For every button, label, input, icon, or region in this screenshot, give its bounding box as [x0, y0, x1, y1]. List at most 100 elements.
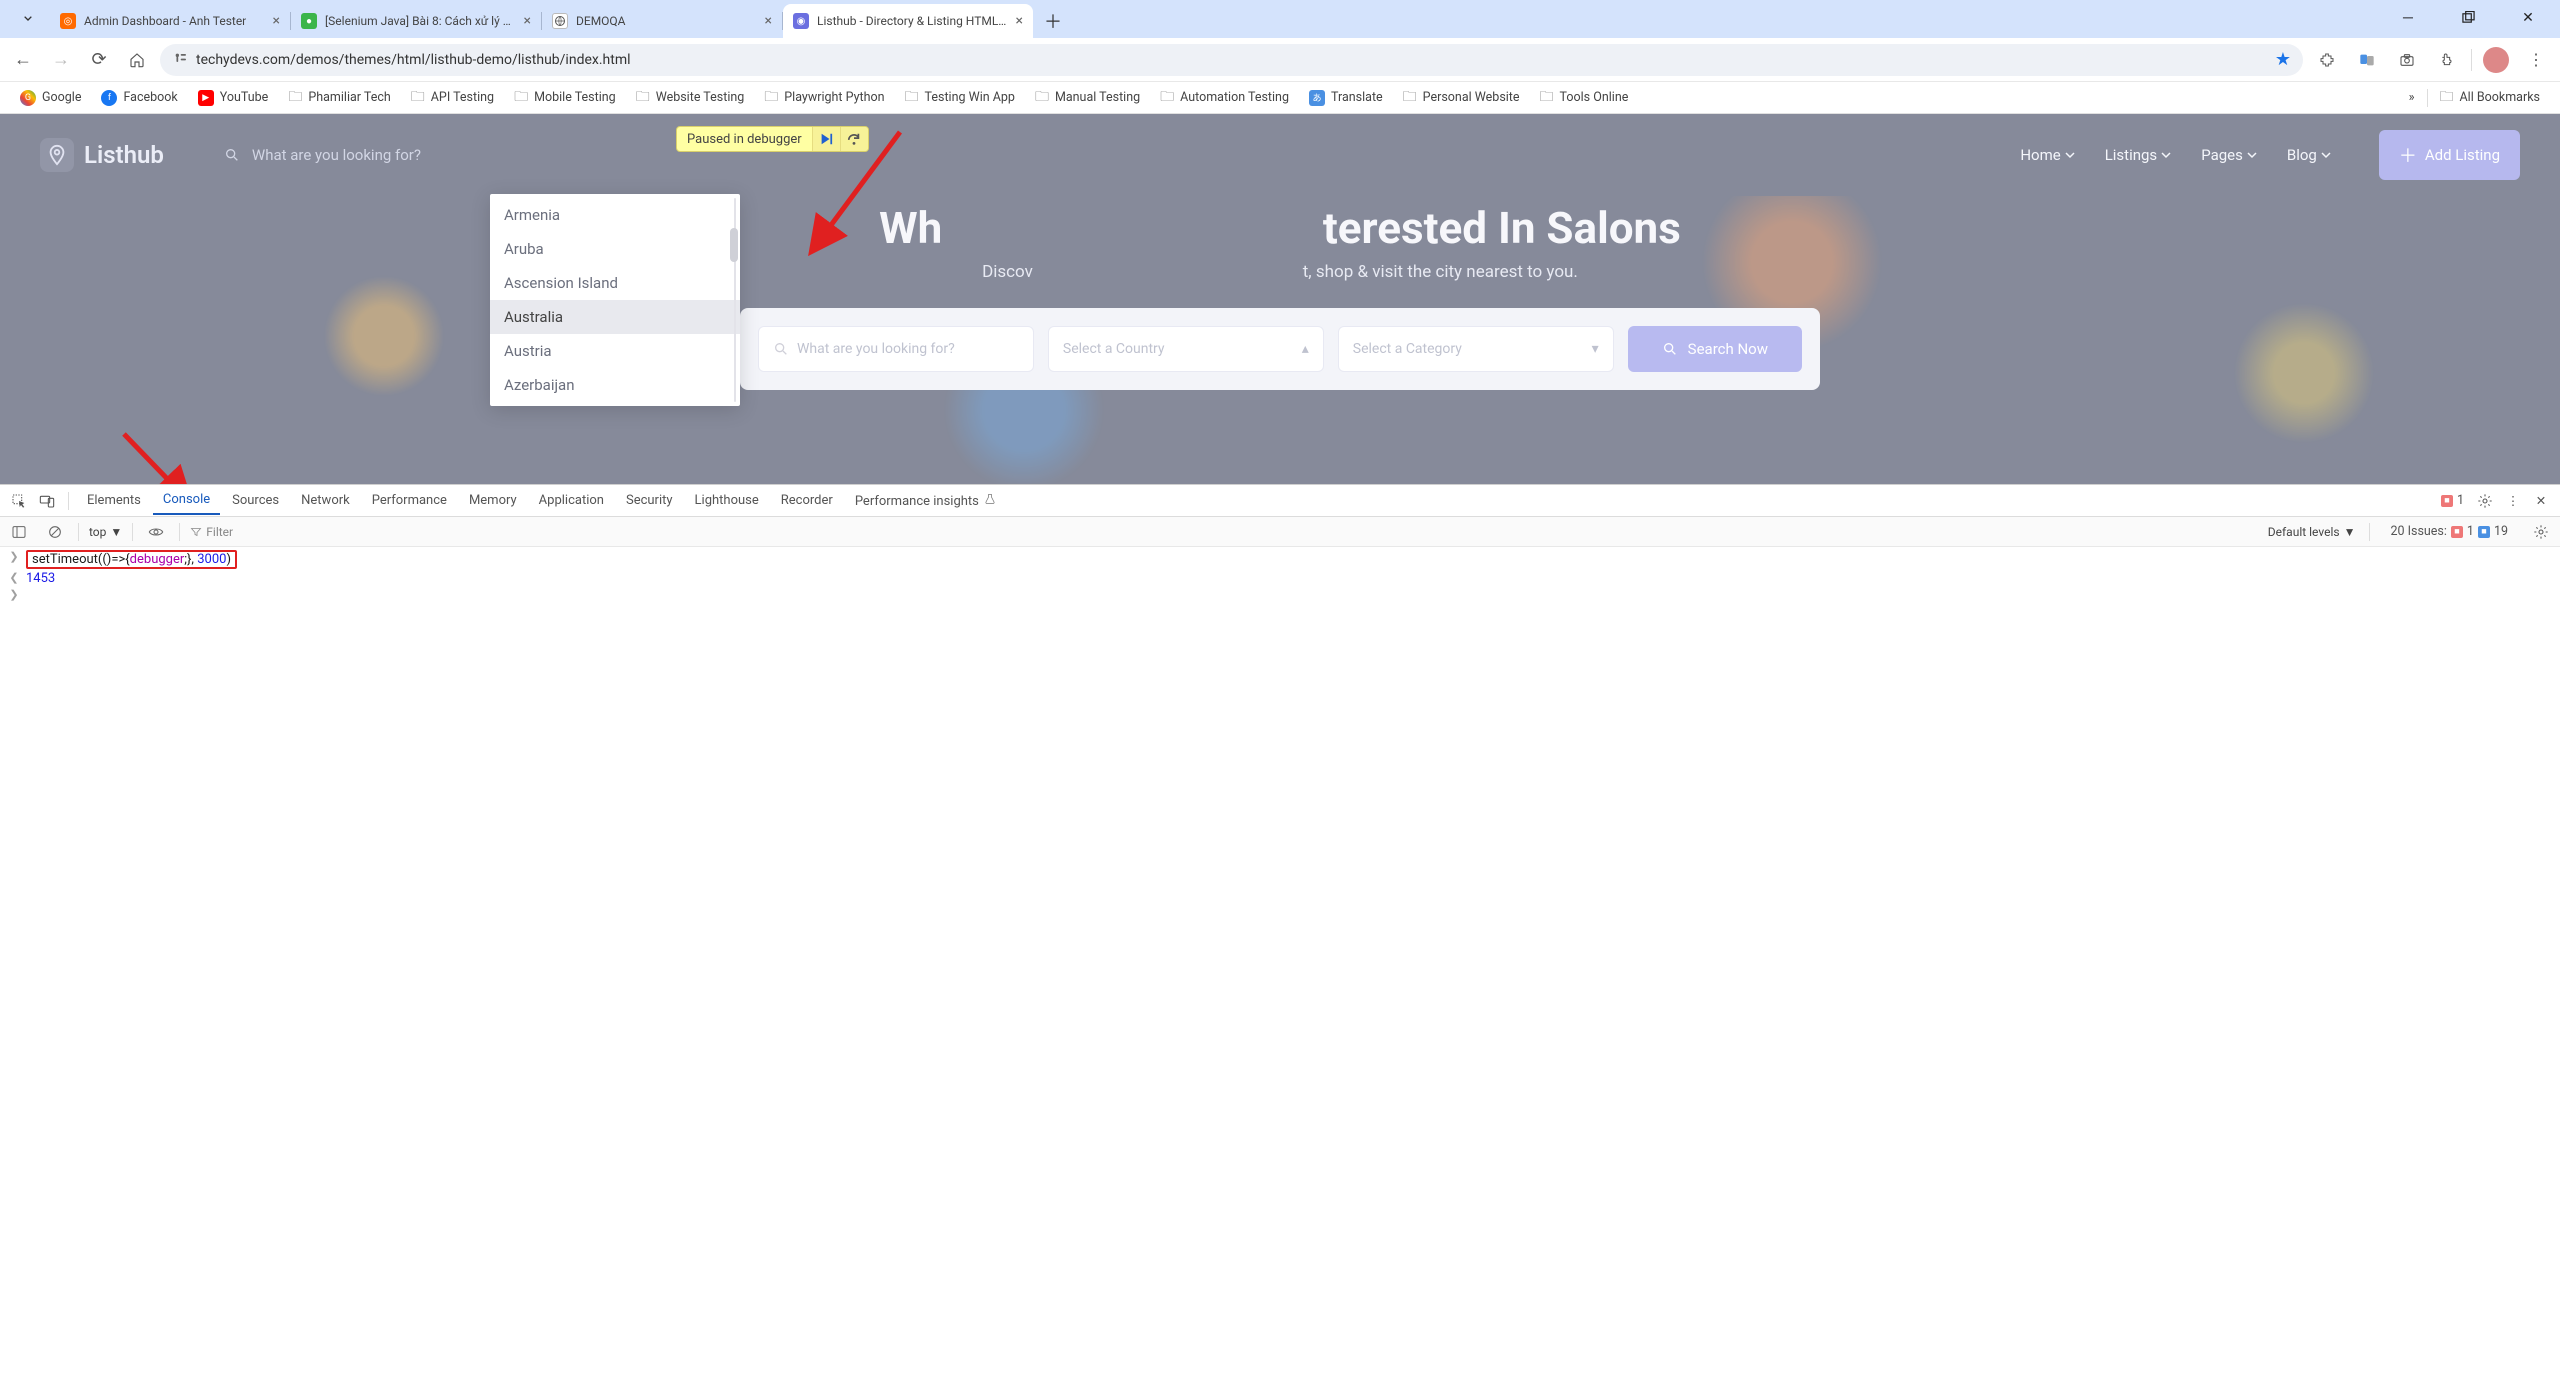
tab-title: Listhub - Directory & Listing HTML5 T: [817, 14, 1008, 28]
toggle-sidebar-icon[interactable]: [6, 519, 32, 545]
bookmark-folder[interactable]: 🗀Website Testing: [628, 83, 753, 113]
live-expression-icon[interactable]: [143, 519, 169, 545]
input-chevron-icon: [8, 550, 20, 563]
url-text: techydevs.com/demos/themes/html/listhub-…: [196, 52, 631, 68]
filter-icon: [190, 526, 202, 538]
dropdown-option[interactable]: Austria: [490, 334, 740, 368]
devtools-tab-security[interactable]: Security: [616, 487, 683, 514]
devtools-more-icon[interactable]: ⋮: [2500, 488, 2526, 514]
bookmarks-overflow[interactable]: »: [2401, 87, 2423, 108]
bookmark-star-icon[interactable]: ★: [2275, 49, 2291, 70]
close-window-button[interactable]: ✕: [2510, 4, 2546, 32]
dropdown-scrollbar[interactable]: [724, 198, 738, 402]
clear-console-icon[interactable]: [42, 519, 68, 545]
bookmark-folder[interactable]: 🗀Manual Testing: [1027, 83, 1148, 113]
devtools-settings-icon[interactable]: [2472, 488, 2498, 514]
browser-tab[interactable]: DEMOQA ×: [542, 4, 782, 38]
devtools-tab-application[interactable]: Application: [529, 487, 614, 514]
bookmark-folder[interactable]: 🗀Tools Online: [1532, 83, 1637, 113]
dropdown-option[interactable]: Ascension Island: [490, 266, 740, 300]
translate-icon[interactable]: [2351, 45, 2383, 75]
devtools-tab-console[interactable]: Console: [153, 486, 220, 515]
bookmark-folder[interactable]: 🗀Playwright Python: [756, 83, 892, 113]
minimize-button[interactable]: ─: [2390, 4, 2426, 32]
puzzle-icon[interactable]: [2431, 45, 2463, 75]
console-body[interactable]: setTimeout(()=>{debugger;}, 3000) 1453: [0, 547, 2560, 1380]
all-bookmarks[interactable]: 🗀All Bookmarks: [2432, 83, 2549, 113]
bookmark-item[interactable]: あTranslate: [1301, 87, 1391, 109]
devtools-panel: Elements Console Sources Network Perform…: [0, 484, 2560, 1380]
close-icon[interactable]: ×: [524, 13, 531, 29]
dropdown-option[interactable]: Azerbaijan: [490, 368, 740, 402]
profile-avatar[interactable]: [2480, 45, 2512, 75]
tab-title: [Selenium Java] Bài 8: Cách xử lý Drop: [325, 14, 516, 28]
devtools-tab-memory[interactable]: Memory: [459, 487, 527, 514]
browser-tab[interactable]: ● [Selenium Java] Bài 8: Cách xử lý Drop…: [291, 4, 541, 38]
dropdown-option-selected[interactable]: Australia: [490, 300, 740, 334]
inspect-element-icon[interactable]: [6, 488, 32, 514]
browser-tab-active[interactable]: ◉ Listhub - Directory & Listing HTML5 T …: [783, 4, 1033, 38]
bookmark-folder[interactable]: 🗀Phamiliar Tech: [280, 83, 398, 113]
devtools-tab-sources[interactable]: Sources: [222, 487, 289, 514]
maximize-button[interactable]: [2450, 4, 2486, 32]
extensions-icon[interactable]: [2311, 45, 2343, 75]
console-prompt[interactable]: [8, 587, 2552, 602]
console-result: 1453: [26, 571, 55, 586]
info-icon: ■: [2478, 526, 2490, 538]
tab-title: DEMOQA: [576, 14, 757, 28]
annotation-arrow: [810, 132, 910, 266]
address-bar-row: ← → ⟳ techydevs.com/demos/themes/html/li…: [0, 38, 2560, 82]
devtools-tab-perf-insights[interactable]: Performance insights: [845, 487, 1006, 515]
camera-icon[interactable]: [2391, 45, 2423, 75]
page-viewport: Paused in debugger Listhub What are you …: [0, 114, 2560, 484]
flask-icon: [984, 493, 996, 505]
tab-title: Admin Dashboard - Anh Tester: [84, 14, 265, 28]
error-icon: ■: [2441, 495, 2453, 507]
devtools-close-icon[interactable]: ✕: [2528, 488, 2554, 514]
console-filter[interactable]: Filter: [190, 525, 233, 539]
menu-icon[interactable]: ⋮: [2520, 45, 2552, 75]
devtools-tab-network[interactable]: Network: [291, 487, 360, 514]
dropdown-option[interactable]: Aruba: [490, 232, 740, 266]
browser-tab[interactable]: ◎ Admin Dashboard - Anh Tester ×: [50, 4, 290, 38]
bookmark-folder[interactable]: 🗀Personal Website: [1395, 83, 1528, 113]
bookmark-folder[interactable]: 🗀API Testing: [403, 83, 502, 113]
address-bar[interactable]: techydevs.com/demos/themes/html/listhub-…: [160, 44, 2303, 76]
home-button[interactable]: [122, 45, 152, 75]
bookmark-folder[interactable]: 🗀Mobile Testing: [506, 83, 624, 113]
back-button[interactable]: ←: [8, 45, 38, 75]
bookmark-item[interactable]: GGoogle: [12, 87, 89, 109]
bookmark-folder[interactable]: 🗀Testing Win App: [897, 83, 1023, 113]
bookmark-item[interactable]: fFacebook: [93, 87, 185, 109]
annotation-arrow: [118, 432, 208, 484]
console-toolbar: top▼ Filter Default levels ▼ 20 Issues: …: [0, 517, 2560, 547]
log-levels-selector[interactable]: Default levels ▼: [2268, 525, 2356, 539]
devtools-top-errors[interactable]: ■ 1: [2435, 491, 2470, 510]
issues-counter[interactable]: 20 Issues: ■1 ■19: [2384, 522, 2514, 541]
devtools-tab-performance[interactable]: Performance: [362, 487, 457, 514]
devtools-tabs: Elements Console Sources Network Perform…: [0, 485, 2560, 517]
close-icon[interactable]: ×: [273, 13, 280, 29]
bookmark-folder[interactable]: 🗀Automation Testing: [1152, 83, 1297, 113]
console-output-line: 1453: [8, 570, 2552, 587]
close-icon[interactable]: ×: [1016, 13, 1023, 29]
devtools-tab-recorder[interactable]: Recorder: [771, 487, 843, 514]
browser-tabstrip: ◎ Admin Dashboard - Anh Tester × ● [Sele…: [0, 0, 2560, 38]
error-icon: ■: [2451, 526, 2463, 538]
reload-button[interactable]: ⟳: [84, 45, 114, 75]
window-controls: ─ ✕: [2390, 4, 2546, 32]
forward-button[interactable]: →: [46, 45, 76, 75]
dropdown-option[interactable]: Armenia: [490, 198, 740, 232]
close-icon[interactable]: ×: [765, 13, 772, 29]
device-toolbar-icon[interactable]: [34, 488, 60, 514]
bookmark-item[interactable]: ▶YouTube: [190, 87, 277, 109]
input-chevron-icon: [8, 588, 20, 601]
output-chevron-icon: [8, 571, 20, 584]
tab-search-dropdown[interactable]: [14, 4, 42, 32]
site-info-icon[interactable]: [172, 50, 188, 69]
context-selector[interactable]: top▼: [89, 525, 122, 539]
devtools-tab-lighthouse[interactable]: Lighthouse: [685, 487, 769, 514]
devtools-tab-elements[interactable]: Elements: [77, 487, 151, 514]
new-tab-button[interactable]: ＋: [1039, 7, 1067, 35]
console-settings-icon[interactable]: [2528, 519, 2554, 545]
